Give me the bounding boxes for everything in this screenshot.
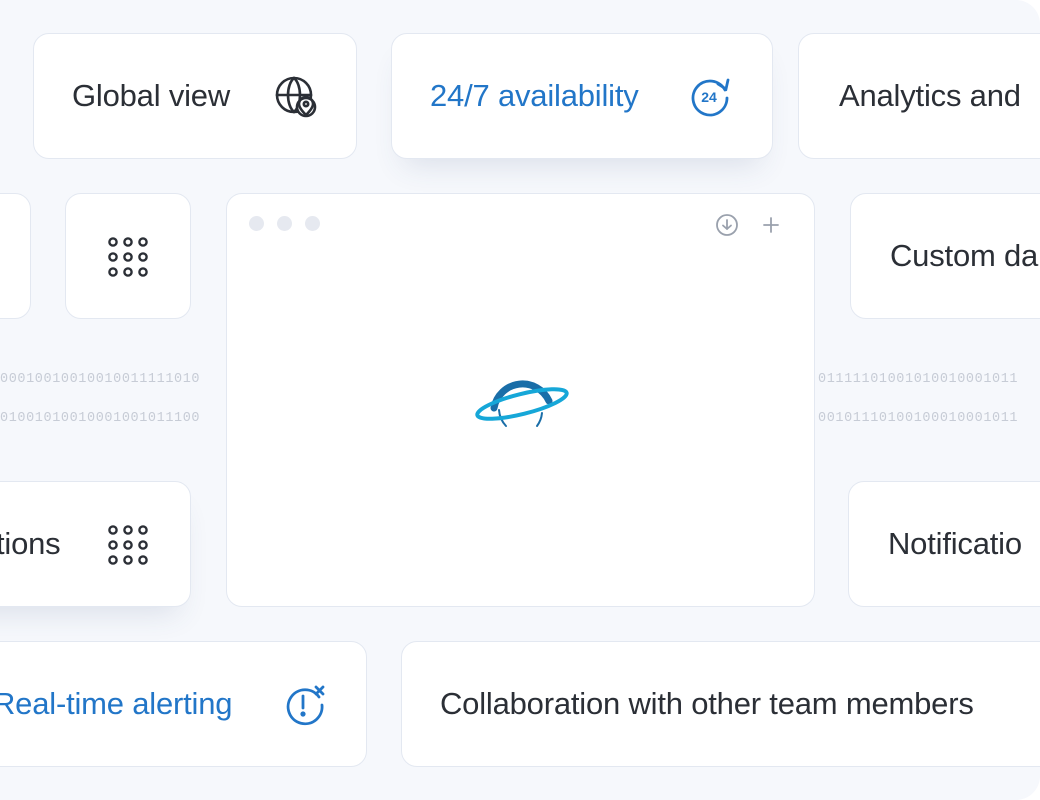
window-dot — [305, 216, 320, 231]
window-dot — [249, 216, 264, 231]
binary-strip-left-1: 00010010010010011111010 — [0, 372, 201, 387]
orbit-logo — [475, 380, 569, 427]
svg-text:24: 24 — [701, 89, 717, 105]
feature-card-icon[interactable] — [65, 193, 191, 319]
binary-strip-right-2: 00101110100100010001011 — [818, 411, 1019, 426]
dots-grid-icon — [108, 237, 148, 277]
plus-icon[interactable] — [760, 214, 782, 236]
window-dot — [277, 216, 292, 231]
feature-label-alerting: Real-time alerting — [0, 686, 233, 721]
binary-strip-right-1: 01111101001010010001011 — [818, 372, 1019, 387]
feature-card-analytics[interactable]: Analytics and — [798, 33, 1040, 159]
feature-card-notifications[interactable]: Notificatio — [848, 481, 1040, 607]
window-controls — [249, 216, 320, 231]
feature-label-notifications: Notificatio — [888, 526, 1022, 561]
clock-24-icon: 24 — [691, 78, 730, 117]
binary-strip-left-2: 01001010010001001011100 — [0, 411, 201, 426]
feature-card-collaboration[interactable]: Collaboration with other team members — [401, 641, 1040, 767]
feature-label-global-view: Global view — [72, 78, 231, 113]
feature-label-analytics: Analytics and — [839, 78, 1021, 113]
feature-label-collaboration: Collaboration with other team members — [440, 686, 974, 721]
feature-card-integrations[interactable]: tions — [0, 481, 191, 607]
feature-canvas: Global view 24/7 availability 24 Analyti… — [0, 0, 1040, 800]
feature-label-custom: Custom da — [890, 238, 1039, 273]
browser-window — [226, 193, 815, 607]
feature-card-alerting[interactable]: Real-time alerting — [0, 641, 367, 767]
dots-grid-icon — [108, 525, 148, 565]
feature-card-custom[interactable]: Custom da — [850, 193, 1040, 319]
download-icon[interactable] — [715, 213, 739, 237]
feature-label-integrations: tions — [0, 526, 61, 561]
feature-card-partial-left[interactable] — [0, 193, 31, 319]
feature-card-global-view[interactable]: Global view — [33, 33, 357, 159]
feature-card-availability[interactable]: 24/7 availability 24 — [391, 33, 773, 159]
globe-pin-icon — [275, 76, 317, 118]
alert-clock-icon — [286, 685, 325, 726]
feature-label-availability: 24/7 availability — [430, 78, 639, 113]
